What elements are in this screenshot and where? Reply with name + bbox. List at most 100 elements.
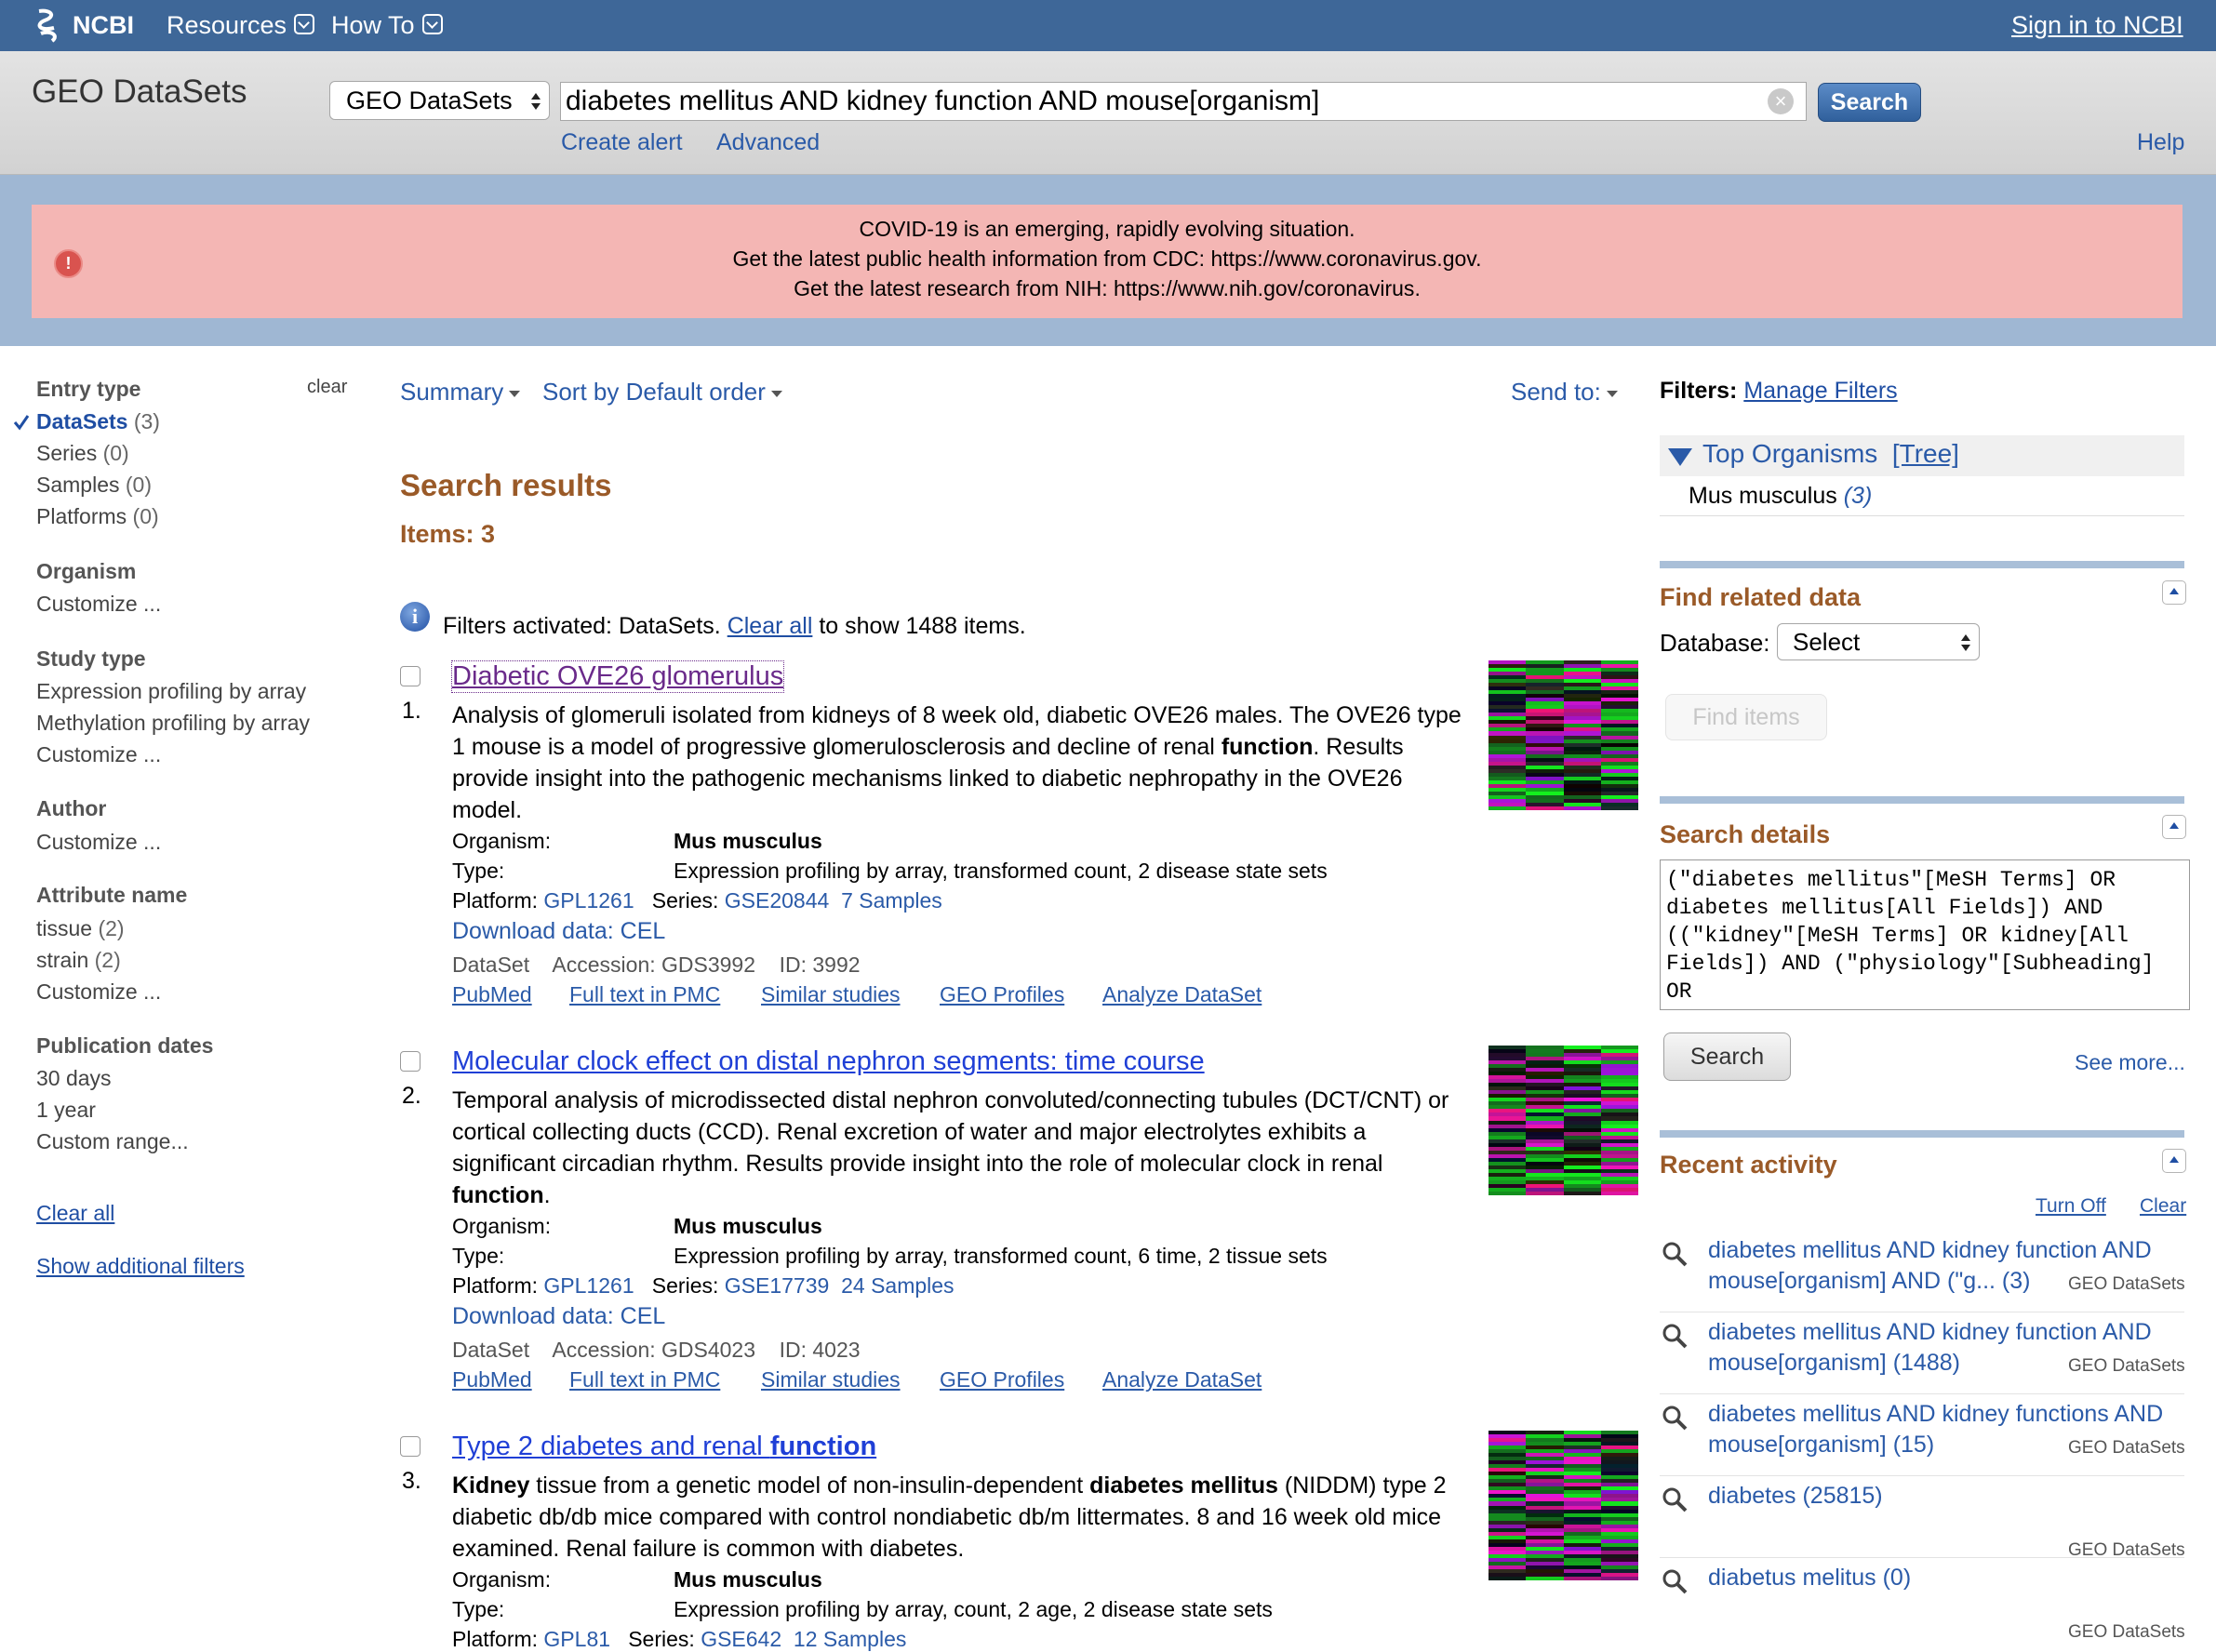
search-button[interactable]: Search [1818,83,1921,122]
filter-30-days[interactable]: 30 days [36,1066,112,1091]
recent-activity-link[interactable]: diabetes (25815) [1708,1481,2192,1512]
result-checkbox[interactable] [400,666,421,686]
send-to-dropdown[interactable]: Send to: [1511,378,1618,406]
similar-studies-link[interactable]: Similar studies [761,982,901,1007]
filter-attr-strain[interactable]: strain (2) [36,948,121,973]
author-customize[interactable]: Customize ... [36,830,161,855]
full-text-pmc-link[interactable]: Full text in PMC [569,1367,720,1392]
clear-all-link[interactable]: Clear all [728,613,813,639]
search-results-heading: Search results [400,468,612,502]
samples-link[interactable]: 12 Samples [794,1627,906,1651]
search-input[interactable]: diabetes mellitus AND kidney function AN… [560,82,1807,121]
manage-filters-link[interactable]: Manage Filters [1743,378,1897,404]
heatmap-thumbnail[interactable] [1488,660,1638,810]
download-link[interactable]: Download data: CEL [452,918,665,945]
database-select-value: Select [1793,628,1861,656]
series-link[interactable]: GSE17739 [725,1273,830,1298]
filter-series[interactable]: Series (0) [36,441,129,466]
platform-link[interactable]: GPL1261 [543,888,634,913]
geo-profiles-link[interactable]: GEO Profiles [940,1367,1064,1392]
result-title-link[interactable]: Diabetic OVE26 glomerulus [450,660,785,693]
tree-link[interactable]: [Tree] [1892,439,1959,468]
nih-link[interactable]: https://www.nih.gov/coronavirus [1114,276,1414,300]
clear-search-icon[interactable]: × [1768,88,1794,114]
series-link[interactable]: GSE642 [701,1627,781,1651]
banner-line-1: COVID-19 is an emerging, rapidly evolvin… [859,217,1355,241]
clear-all-filters-link[interactable]: Clear all [36,1201,114,1226]
caret-down-icon [1606,390,1618,397]
filter-platforms[interactable]: Platforms (0) [36,504,159,529]
filter-count: (2) [98,916,125,940]
pubmed-link[interactable]: PubMed [452,1367,532,1392]
analyze-dataset-link[interactable]: Analyze DataSet [1102,1367,1262,1392]
filter-datasets[interactable]: DataSets (3) [36,409,160,434]
heatmap-thumbnail[interactable] [1488,1431,1638,1580]
filter-custom-range[interactable]: Custom range... [36,1129,189,1154]
type-label: Type: [452,1597,505,1621]
clear-activity-link[interactable]: Clear [2140,1195,2186,1218]
full-text-pmc-link[interactable]: Full text in PMC [569,982,720,1007]
activity-divider [1660,1475,2184,1476]
recent-activity-link[interactable]: diabetus melitus (0) [1708,1563,2192,1593]
result-checkbox[interactable] [400,1436,421,1457]
platform-link[interactable]: GPL1261 [543,1273,634,1298]
collapse-icon[interactable] [2162,815,2186,839]
download-link[interactable]: Download data: CEL [452,1303,665,1330]
series-link[interactable]: GSE20844 [725,888,830,913]
filter-attr-tissue[interactable]: tissue (2) [36,916,125,941]
organism-filter-item[interactable]: Mus musculus (3) [1689,483,1872,510]
database-select[interactable]: GEO DataSets [329,81,550,120]
heatmap-thumbnail[interactable] [1488,1046,1638,1195]
type-value: Expression profiling by array, transform… [674,859,1328,883]
entry-type-clear[interactable]: clear [307,377,347,398]
show-additional-filters-link[interactable]: Show additional filters [36,1254,245,1279]
howto-menu[interactable]: How To [331,0,443,51]
sign-in-link[interactable]: Sign in to NCBI [2011,0,2183,51]
summary-dropdown[interactable]: Summary [400,378,521,406]
platform-label: Platform: [452,888,539,913]
create-alert-link[interactable]: Create alert [561,129,683,156]
details-search-button[interactable]: Search [1663,1032,1791,1081]
sort-dropdown[interactable]: Sort by Default order [542,378,782,406]
see-more-link[interactable]: See more... [2075,1050,2185,1075]
pubmed-link[interactable]: PubMed [452,982,532,1007]
filter-study-methylation[interactable]: Methylation profiling by array [36,711,310,736]
accession-row: DataSet Accession: GDS3992 ID: 3992 [452,953,861,978]
platform-link[interactable]: GPL81 [543,1627,610,1651]
study-type-customize[interactable]: Customize ... [36,742,161,767]
result-checkbox[interactable] [400,1051,421,1072]
geo-profiles-link[interactable]: GEO Profiles [940,982,1064,1007]
analyze-dataset-link[interactable]: Analyze DataSet [1102,982,1262,1007]
advanced-link[interactable]: Advanced [716,129,820,156]
organism-name: Mus musculus [1689,483,1837,509]
filters-activated-message: Filters activated: DataSets. Clear all t… [443,613,1026,640]
cdc-link[interactable]: https://www.coronavirus.gov [1210,246,1475,271]
filter-1-year[interactable]: 1 year [36,1098,96,1123]
result-title-link[interactable]: Molecular clock effect on distal nephron… [452,1046,1205,1077]
ncbi-logo-icon[interactable] [32,7,65,43]
top-organisms-title[interactable]: Top Organisms [1702,439,1877,468]
banner-text: Get the latest research from NIH: [794,276,1108,300]
ncbi-logo-text[interactable]: NCBI [73,0,134,51]
collapse-icon[interactable] [2162,1149,2186,1173]
samples-link[interactable]: 24 Samples [841,1273,954,1298]
help-link[interactable]: Help [2137,129,2184,156]
filter-study-expression[interactable]: Expression profiling by array [36,679,306,704]
find-items-button[interactable]: Find items [1665,694,1827,740]
similar-studies-link[interactable]: Similar studies [761,1367,901,1392]
heatmap-cell [1488,1576,1528,1580]
search-icon [1662,1569,1688,1594]
resources-menu[interactable]: Resources [167,0,315,51]
attribute-customize[interactable]: Customize ... [36,979,161,1005]
collapse-icon[interactable] [2162,580,2186,605]
result-title-link[interactable]: Type 2 diabetes and renal function [452,1432,876,1462]
samples-link[interactable]: 7 Samples [841,888,942,913]
activity-divider [1660,1557,2184,1558]
filter-samples[interactable]: Samples (0) [36,473,152,498]
search-details-textarea[interactable]: ("diabetes mellitus"[MeSH Terms] OR diab… [1660,859,2190,1010]
database-select[interactable]: Select [1777,623,1980,660]
organism-customize[interactable]: Customize ... [36,592,161,617]
database-title: GEO DataSets [32,73,247,110]
triangle-down-icon[interactable] [1667,446,1693,467]
turn-off-link[interactable]: Turn Off [2036,1195,2106,1218]
